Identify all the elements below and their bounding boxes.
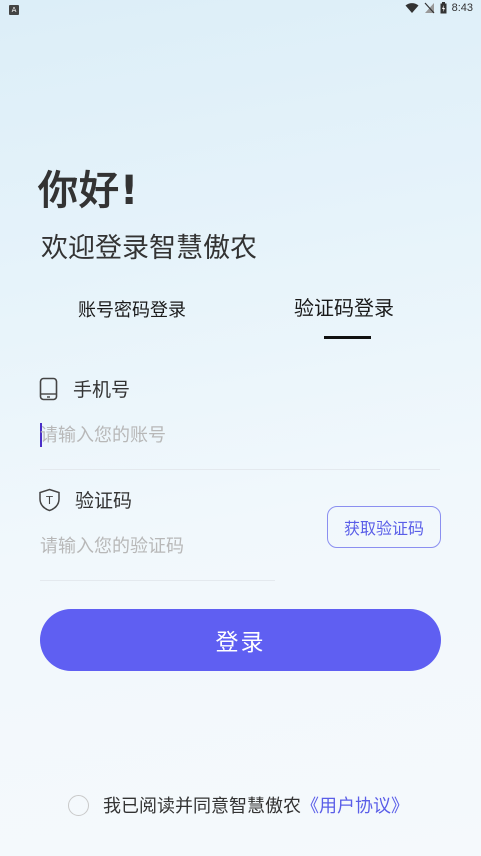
status-time: 8:43 (451, 2, 473, 14)
notification-icon: A (9, 5, 19, 15)
phone-input[interactable] (40, 420, 440, 450)
wifi-icon (405, 3, 419, 13)
code-field-header: T 验证码 (38, 486, 132, 513)
welcome-subtitle: 欢迎登录智慧傲农 (41, 233, 257, 264)
phone-label: 手机号 (73, 379, 131, 401)
greeting-title: 你好! (38, 168, 140, 214)
phone-icon (39, 377, 58, 400)
code-divider (40, 580, 275, 581)
tab-code-login[interactable]: 验证码登录 (294, 292, 394, 321)
status-icons: 8:43 (405, 2, 473, 14)
active-tab-indicator (324, 336, 371, 339)
agreement-text: 我已阅读并同意智慧傲农 (103, 796, 301, 817)
signal-off-icon (424, 2, 435, 14)
agreement-checkbox[interactable] (68, 794, 89, 816)
battery-icon (440, 2, 447, 14)
code-label: 验证码 (75, 490, 133, 512)
login-button[interactable]: 登录 (40, 609, 441, 671)
agreement-row: 我已阅读并同意智慧傲农 《用户协议》 (68, 792, 409, 818)
get-code-button[interactable]: 获取验证码 (327, 506, 441, 548)
shield-icon: T (39, 488, 60, 511)
tab-password-login[interactable]: 账号密码登录 (78, 296, 186, 322)
phone-divider (40, 469, 440, 470)
code-input[interactable] (40, 531, 275, 561)
user-agreement-link[interactable]: 《用户协议》 (301, 792, 409, 818)
svg-text:T: T (45, 494, 53, 507)
phone-field-header: 手机号 (39, 375, 130, 402)
status-bar: A 8:43 (0, 0, 481, 20)
